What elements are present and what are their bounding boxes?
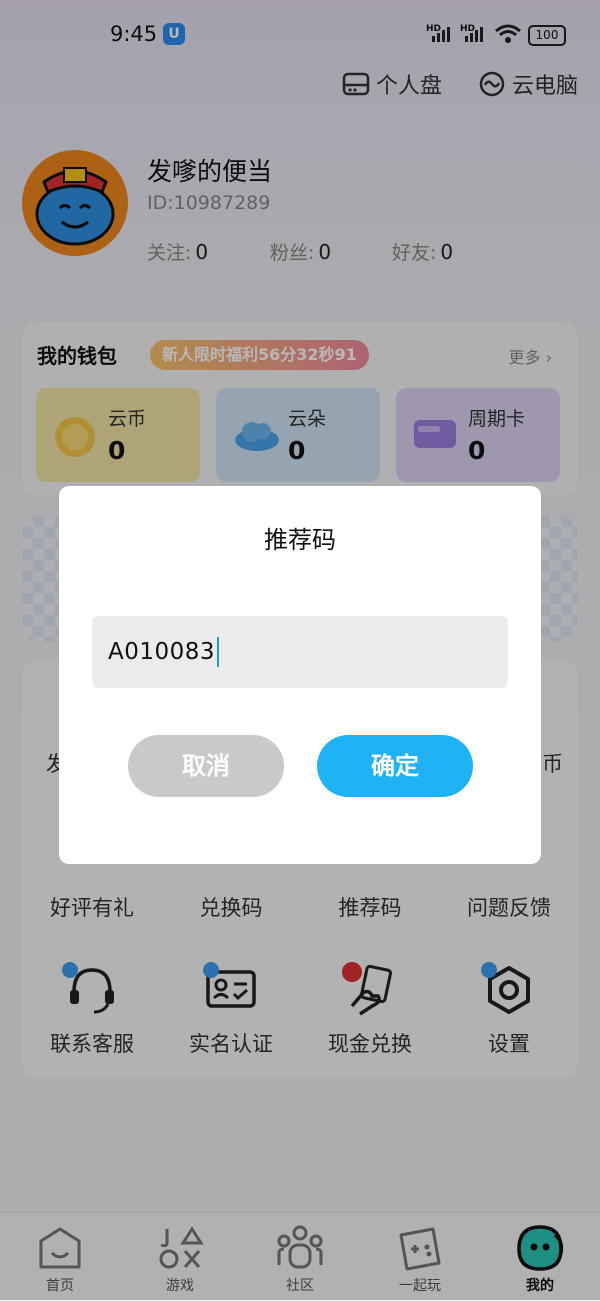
cancel-button[interactable]: 取消 — [128, 735, 284, 797]
dialog-title: 推荐码 — [264, 526, 336, 554]
referral-code-input[interactable]: A010083 — [92, 616, 508, 688]
referral-code-dialog: 推荐码 A010083 取消 确定 — [59, 486, 541, 864]
referral-code-value: A010083 — [108, 639, 216, 665]
text-caret — [217, 637, 220, 667]
confirm-button[interactable]: 确定 — [317, 735, 473, 797]
